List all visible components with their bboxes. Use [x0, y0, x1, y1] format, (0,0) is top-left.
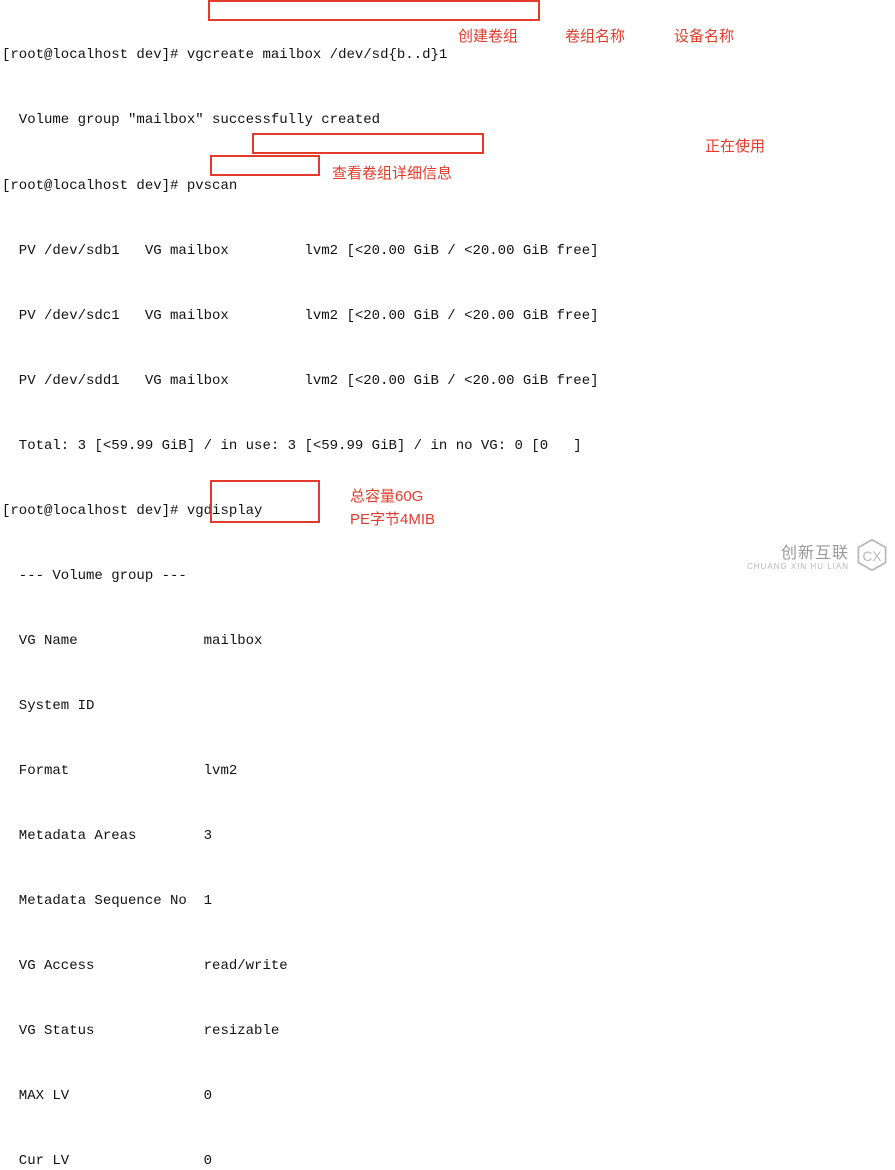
vg-field-row: VG Status resizable	[2, 1021, 895, 1043]
command-vgdisplay: vgdisplay	[187, 503, 263, 519]
command-pvscan: pvscan	[187, 178, 237, 194]
annotation-dev-name: 设备名称	[674, 25, 734, 48]
line-pvscan-out: PV /dev/sdc1 VG mailbox lvm2 [<20.00 GiB…	[2, 306, 895, 328]
vg-field-row: Metadata Areas 3	[2, 826, 895, 848]
annotation-total-cap: 总容量60G	[350, 485, 423, 508]
vg-field-row: MAX LV 0	[2, 1086, 895, 1108]
watermark-sub: CHUANG XIN HU LIAN	[747, 563, 849, 572]
vg-field-row: Cur LV 0	[2, 1151, 895, 1170]
line-vgdisplay-cmd: [root@localhost dev]# vgdisplay	[2, 501, 895, 523]
vg-field-row: System ID	[2, 696, 895, 718]
watermark-brand: 创新互联	[747, 545, 849, 563]
command-vgcreate: vgcreate mailbox /dev/sd{b..d}1	[187, 47, 447, 63]
line-pvscan-total: Total: 3 [<59.99 GiB] / in use: 3 [<59.9…	[2, 436, 895, 458]
line-pvscan-out: PV /dev/sdd1 VG mailbox lvm2 [<20.00 GiB…	[2, 371, 895, 393]
shell-prompt: [root@localhost dev]#	[2, 47, 187, 63]
hexagon-logo-icon: CX	[855, 538, 889, 579]
svg-text:CX: CX	[863, 549, 882, 564]
shell-prompt: [root@localhost dev]#	[2, 178, 187, 194]
vg-field-row: VG Access read/write	[2, 956, 895, 978]
vg-field-row: VG Name mailbox	[2, 631, 895, 653]
annotation-vg-name: 卷组名称	[565, 25, 625, 48]
line-vgcreate: [root@localhost dev]# vgcreate mailbox /…	[2, 45, 895, 67]
shell-prompt: [root@localhost dev]#	[2, 503, 187, 519]
annotation-vg-detail: 查看卷组详细信息	[332, 162, 452, 185]
vg-field-row: Format lvm2	[2, 761, 895, 783]
pvscan-in-use-segment: in use: 3 [<59.99 GiB]	[220, 438, 405, 454]
annotation-pe-bytes: PE字节4MIB	[350, 508, 435, 531]
annotation-in-use: 正在使用	[705, 135, 765, 158]
line-pvscan-out: PV /dev/sdb1 VG mailbox lvm2 [<20.00 GiB…	[2, 241, 895, 263]
watermark: 创新互联 CHUANG XIN HU LIAN CX	[747, 538, 889, 579]
line-vgcreate-out: Volume group "mailbox" successfully crea…	[2, 110, 895, 132]
vg-field-row: Metadata Sequence No 1	[2, 891, 895, 913]
annotation-create-vg: 创建卷组	[458, 25, 518, 48]
